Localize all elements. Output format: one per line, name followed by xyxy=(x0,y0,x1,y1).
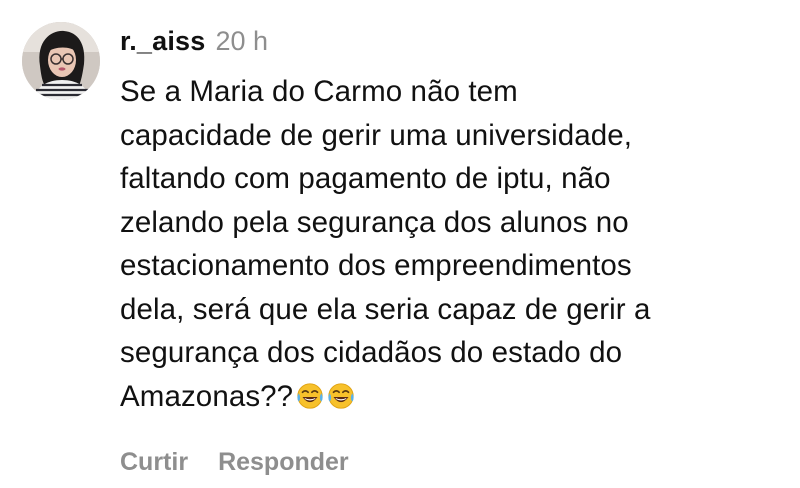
comment-line: dela, será que ela seria capaz de gerir … xyxy=(120,292,651,326)
like-button[interactable]: Curtir xyxy=(120,448,188,477)
comment-line: zelando pela segurança dos alunos no xyxy=(120,205,629,239)
face-with-tears-of-joy-icon xyxy=(297,382,323,409)
reply-button[interactable]: Responder xyxy=(218,448,349,477)
comment-line: Amazonas?? xyxy=(120,379,294,413)
comment-line: capacidade de gerir uma universidade, xyxy=(120,118,633,152)
comment-line: segurança dos cidadãos do estado do xyxy=(120,336,623,369)
comment: r._aiss 20 h Se a Maria do Carmo não tem… xyxy=(0,0,800,488)
comment-line: estacionamento dos empreendimentos xyxy=(120,249,632,282)
comment-actions: Curtir Responder xyxy=(120,448,349,477)
comment-text: Se a Maria do Carmo não tem capacidade d… xyxy=(120,70,780,423)
avatar[interactable] xyxy=(22,22,100,100)
comment-line: Se a Maria do Carmo não tem xyxy=(120,75,518,108)
comment-header: r._aiss 20 h xyxy=(120,26,268,66)
avatar-image xyxy=(22,22,100,100)
emoji-group xyxy=(295,380,357,424)
timestamp[interactable]: 20 h xyxy=(216,26,269,57)
face-with-tears-of-joy-icon xyxy=(328,382,354,409)
comment-line: faltando com pagamento de iptu, não xyxy=(120,162,611,195)
username[interactable]: r._aiss xyxy=(120,26,206,57)
